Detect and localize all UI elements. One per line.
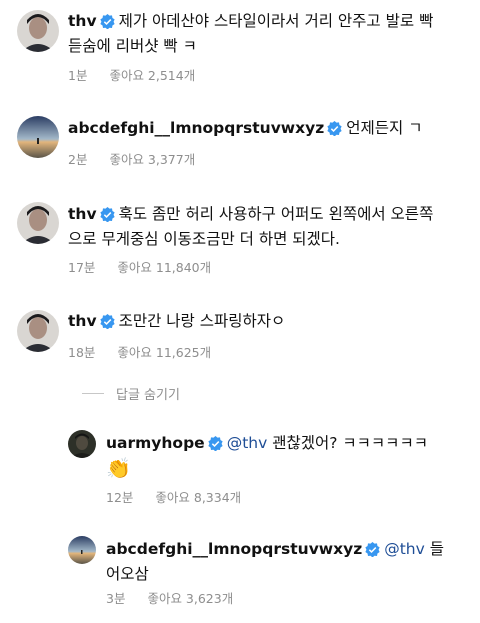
comment-text: 훅도 좀만 허리 사용하구 어퍼도 왼쪽에서 오른쪽 xyxy=(118,205,434,223)
username[interactable]: thv xyxy=(68,205,97,223)
timestamp: 3분 xyxy=(106,591,126,606)
comment-text: 어오삼 xyxy=(106,565,149,583)
timestamp: 1분 xyxy=(68,68,88,83)
username[interactable]: uarmyhope xyxy=(106,434,205,452)
avatar[interactable] xyxy=(68,430,96,458)
timestamp: 12분 xyxy=(106,490,134,505)
divider xyxy=(82,393,104,394)
verified-badge-icon xyxy=(365,541,380,563)
clapping-hands-icon: 👏 xyxy=(106,456,131,480)
verified-badge-icon xyxy=(99,313,115,335)
username[interactable]: thv xyxy=(68,312,97,330)
verified-badge-icon xyxy=(208,435,223,457)
avatar[interactable] xyxy=(17,10,59,52)
timestamp: 2분 xyxy=(68,152,88,167)
like-count[interactable]: 좋아요 11,625개 xyxy=(117,345,211,360)
comment-text: 제가 아데산야 스타일이라서 거리 안주고 발로 빡 xyxy=(118,12,434,30)
like-count[interactable]: 좋아요 8,334개 xyxy=(155,490,241,505)
comment-text: 듣숨에 리버샷 빡 ㅋ xyxy=(68,37,197,55)
mention-link[interactable]: @thv xyxy=(384,540,425,558)
mention-link[interactable]: @thv xyxy=(227,434,268,452)
avatar[interactable] xyxy=(17,202,59,244)
avatar[interactable] xyxy=(17,310,59,352)
like-count[interactable]: 좋아요 3,623개 xyxy=(147,591,233,606)
comment-text: 으로 무게중심 이동조금만 더 하면 되겠다. xyxy=(68,230,340,248)
hide-replies-button[interactable]: 답글 숨기기 xyxy=(82,384,180,403)
verified-badge-icon xyxy=(327,120,342,142)
hide-replies-label: 답글 숨기기 xyxy=(116,388,180,403)
comment-text: 들 xyxy=(429,540,445,558)
like-count[interactable]: 좋아요 3,377개 xyxy=(109,152,195,167)
username[interactable]: abcdefghi__lmnopqrstuvwxyz xyxy=(68,119,324,137)
avatar[interactable] xyxy=(68,536,96,564)
avatar[interactable] xyxy=(17,116,59,158)
verified-badge-icon xyxy=(99,206,115,228)
username[interactable]: thv xyxy=(68,12,97,30)
comment-text: 언제든지 ㄱ xyxy=(346,119,423,137)
comment-text: 조만간 나랑 스파링하자ㅇ xyxy=(118,312,286,330)
like-count[interactable]: 좋아요 2,514개 xyxy=(109,68,195,83)
timestamp: 18분 xyxy=(68,345,96,360)
timestamp: 17분 xyxy=(68,260,96,275)
like-count[interactable]: 좋아요 11,840개 xyxy=(117,260,211,275)
verified-badge-icon xyxy=(99,13,115,35)
comment-text: 괜찮겠어? ㅋㅋㅋㅋㅋㅋ xyxy=(272,434,428,452)
username[interactable]: abcdefghi__lmnopqrstuvwxyz xyxy=(106,540,362,558)
